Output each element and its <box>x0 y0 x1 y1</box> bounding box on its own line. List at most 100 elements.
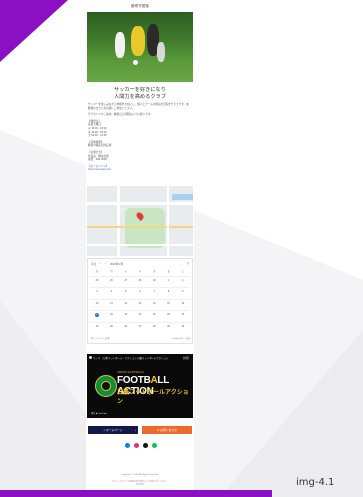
calendar-day-number: 1 <box>167 279 170 282</box>
share-icon[interactable]: 共有 <box>183 356 189 360</box>
line-icon[interactable] <box>152 443 157 448</box>
copyright: Copyright © 2024 All Rights Reserved. <box>121 474 159 476</box>
calendar-day-cell[interactable]: 26 <box>104 276 119 287</box>
calendar-day-number: 23 <box>181 313 185 317</box>
calendar-day-cell[interactable]: 25 <box>104 321 119 333</box>
calendar-day-cell[interactable]: 14 <box>147 298 162 310</box>
prev-month-icon[interactable]: ‹ <box>100 262 101 265</box>
calendar-day-cell[interactable]: 27 <box>132 321 148 333</box>
calendar-day-cell[interactable]: 25 <box>90 276 105 287</box>
video-title[interactable]: ラーマ ｜日本フットボール・アクション 日豪フットボールアクション <box>93 356 183 360</box>
calendar-day-number: 28 <box>152 324 156 328</box>
calendar-day-cell[interactable]: 15 <box>161 298 176 310</box>
headline-line-1: サッカーを好きになり <box>114 87 166 93</box>
headline-line-2: 人間力を高めるクラブ <box>114 94 166 100</box>
calendar-day-cell[interactable]: 6 <box>132 287 148 298</box>
calendar-day-cell[interactable]: 22 <box>161 310 176 321</box>
calendar-day-cell[interactable]: 7 <box>147 287 162 298</box>
calendar-day-cell[interactable]: 2 <box>175 276 190 287</box>
homepage-button-label: ホームページ <box>105 428 123 432</box>
homepage-button[interactable]: ⌂ ホームページ › <box>88 426 138 434</box>
video-jp-title: 日豪フットボールアクション <box>117 390 189 405</box>
calendar-day-number: 12 <box>124 301 128 305</box>
print-icon[interactable]: ⎙ <box>187 262 189 265</box>
calendar-day-number: 26 <box>124 324 128 328</box>
weekday: 金 <box>167 271 170 273</box>
calendar-day-cell[interactable]: 30 <box>175 321 190 333</box>
calendar-day-number: 10 <box>95 301 99 305</box>
youtube-embed[interactable]: ラーマ ｜日本フットボール・アクション 日豪フットボールアクション 共有 JAP… <box>87 354 193 418</box>
youtube-play-label[interactable]: 再生 ▶ YouTube <box>91 411 107 415</box>
google-calendar-brand[interactable]: Google カレンダー <box>172 336 191 340</box>
homepage-link[interactable]: https://example.com <box>88 168 190 172</box>
contact-button[interactable]: ✉ お問い合わせ › <box>142 426 192 434</box>
chevron-right-icon: › <box>189 428 190 432</box>
chevron-right-icon: › <box>135 428 136 432</box>
channel-avatar[interactable] <box>89 356 92 359</box>
calendar-day-cell[interactable]: 18 <box>104 310 119 321</box>
weekday: 木 <box>153 271 156 273</box>
calendar-day-number: 25 <box>95 279 99 282</box>
weekday: 日 <box>96 271 99 273</box>
calendar-day-cell[interactable]: 26 <box>118 321 133 333</box>
calendar-day-cell[interactable]: 29 <box>161 321 176 333</box>
calendar-day-number: 15 <box>167 301 170 305</box>
calendar-day-cell[interactable]: 13 <box>132 298 148 310</box>
hero-photo <box>87 12 193 82</box>
calendar-day-cell[interactable]: 28 <box>132 276 148 287</box>
calendar-day-number: 24 <box>95 324 99 328</box>
calendar-day-cell[interactable]: 24 <box>90 321 105 333</box>
intro-text: サッカーを楽しみながら仲間を大切にし、個人とチームの成長を目指すクラブです。未経… <box>88 103 189 110</box>
calendar-day-number: 2 <box>182 279 184 282</box>
google-calendar: 今日 ‹ › 2024年 3月 ⎙ 日 月 火 水 木 金 土 25 26 27 28… <box>87 258 193 344</box>
calendar-day-cell[interactable]: 20 <box>132 310 148 321</box>
calendar-day-number: 11 <box>110 301 113 305</box>
weekday: 火 <box>124 271 127 273</box>
today-button[interactable]: 今日 <box>91 262 96 266</box>
calendar-day-cell[interactable]: 11 <box>104 298 119 310</box>
weekday: 月 <box>110 271 113 273</box>
calendar-day-number: 30 <box>181 324 185 328</box>
calendar-day-number: 7 <box>153 290 155 294</box>
weekday: 水 <box>138 271 142 273</box>
site-title[interactable]: 鶴巻学習塾 <box>86 4 194 9</box>
calendar-day-cell[interactable]: 29 <box>147 276 162 287</box>
calendar-day-number: 6 <box>139 290 141 294</box>
calendar-day-number: 16 <box>181 301 185 305</box>
calendar-day-cell[interactable]: 9 <box>175 287 190 298</box>
calendar-day-cell[interactable]: 17 <box>90 310 105 321</box>
instagram-icon[interactable] <box>134 443 139 448</box>
calendar-day-number: 4 <box>110 290 113 294</box>
calendar-day-cell[interactable]: 21 <box>147 310 162 321</box>
calendar-day-cell[interactable]: 19 <box>118 310 133 321</box>
calendar-day-cell[interactable]: 10 <box>90 298 105 310</box>
calendar-day-cell[interactable]: 5 <box>118 287 133 298</box>
calendar-day-cell[interactable]: 27 <box>118 276 133 287</box>
calendar-day-number: 21 <box>152 313 156 317</box>
next-month-icon[interactable]: › <box>105 262 106 265</box>
weekday: 土 <box>181 271 184 273</box>
calendar-day-cell[interactable]: 12 <box>118 298 133 310</box>
video-subhead: JAPAN×AUSTRALIA <box>117 371 145 374</box>
calendar-day-number: 9 <box>182 290 184 294</box>
calendar-day-number: 27 <box>124 279 128 282</box>
club-description: サッカーを楽しみながら仲間を大切にし、個人とチームの成長を目指すクラブです。未経… <box>88 103 190 172</box>
calendar-day-cell[interactable]: 3 <box>90 287 105 298</box>
embedded-map[interactable] <box>87 186 193 256</box>
calendar-day-cell[interactable]: 4 <box>104 287 119 298</box>
calendar-day-cell[interactable]: 1 <box>161 276 176 287</box>
page-headline: サッカーを好きになり 人間力を高めるクラブ <box>86 87 194 101</box>
calendar-day-number: 29 <box>167 324 170 328</box>
calendar-day-cell[interactable]: 16 <box>175 298 190 310</box>
timezone-label: タイムゾーン: 日本 <box>91 338 110 340</box>
calendar-day-cell[interactable]: 28 <box>147 321 162 333</box>
footer-note: 当サイトのすべての情報は著作権法により保護されています。 利用規約 <box>86 481 194 487</box>
calendar-day-cell[interactable]: 23 <box>175 310 190 321</box>
calendar-day-cell[interactable]: 8 <box>161 287 176 298</box>
x-icon[interactable] <box>143 443 148 448</box>
calendar-toolbar: 今日 ‹ › 2024年 3月 ⎙ <box>88 259 192 268</box>
weekday-header: 日 月 火 水 木 金 土 <box>90 269 190 273</box>
calendar-day-number: 19 <box>124 313 128 317</box>
facebook-icon[interactable] <box>125 443 130 448</box>
terms-link[interactable]: 利用規約 <box>86 484 194 487</box>
